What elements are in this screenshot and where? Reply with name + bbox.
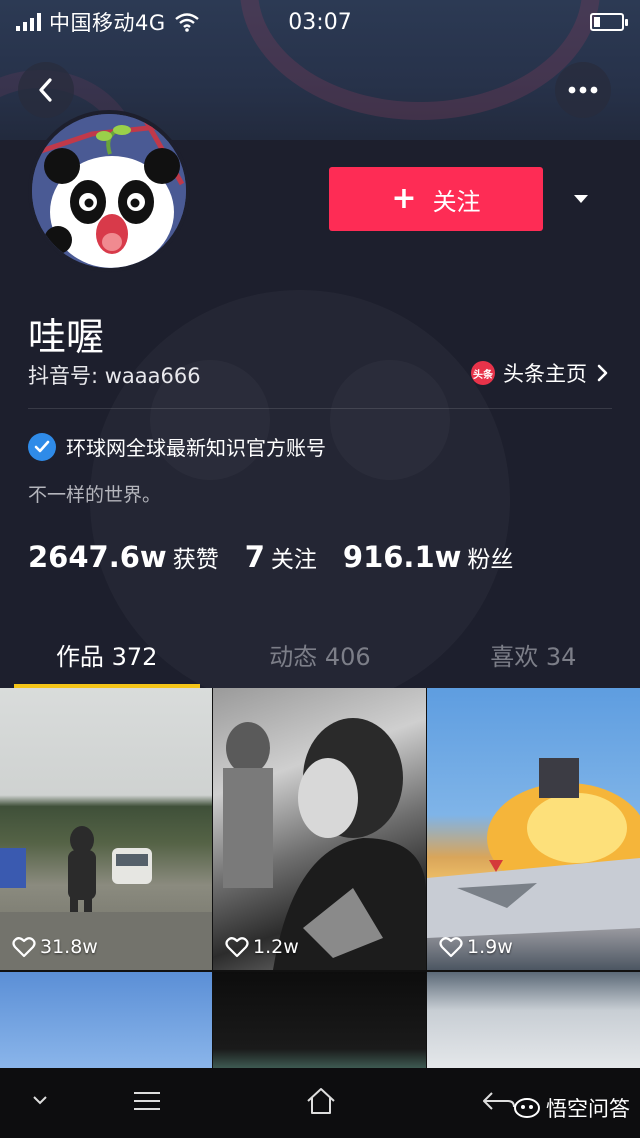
check-icon [28, 432, 56, 461]
video-thumbnail[interactable]: 1.2w [213, 688, 426, 970]
thumbnail-image [427, 758, 640, 938]
content-tabs: 作品 372 动态 406 喜欢 34 [0, 620, 640, 688]
tab-works[interactable]: 作品 372 [0, 620, 213, 688]
wukong-logo-icon [514, 1098, 540, 1118]
chevron-right-icon [597, 364, 608, 382]
back-arrow-icon[interactable] [482, 1090, 516, 1114]
video-grid: 31.8w 1.2w 1.9w [0, 688, 640, 1068]
video-thumbnail[interactable]: 1.9w [427, 688, 640, 970]
status-bar: 中国移动4G 03:07 [0, 0, 640, 44]
like-count: 1.9w [439, 936, 513, 958]
recommend-dropdown-button[interactable] [566, 184, 596, 214]
wifi-icon [174, 12, 200, 32]
toutiao-link-label: 头条主页 [503, 362, 587, 386]
like-count-value: 31.8w [40, 936, 98, 958]
thumbnail-image [0, 826, 212, 970]
plus-icon: + [391, 181, 417, 216]
like-count-value: 1.9w [467, 936, 513, 958]
battery-icon [590, 13, 628, 31]
stat-following[interactable]: 7 关注 [245, 540, 317, 574]
divider [28, 408, 612, 409]
follow-button[interactable]: + 关注 [329, 167, 543, 231]
background-watermark [330, 360, 450, 480]
video-thumbnail[interactable]: 31.8w [0, 688, 212, 970]
source-label: 悟空问答 [546, 1097, 630, 1121]
douyin-id: 抖音号: waaa666 [28, 364, 201, 388]
more-dots-icon [568, 86, 598, 94]
stat-label: 关注 [270, 547, 317, 573]
like-count: 1.2w [225, 936, 299, 958]
profile-screen: 中国移动4G 03:07 + 关注 哇喔 抖音号: waaa666 头条 头条主… [0, 0, 640, 1138]
avatar[interactable] [28, 110, 190, 272]
video-thumbnail[interactable] [0, 972, 212, 1068]
profile-bio: 不一样的世界。 [28, 484, 162, 506]
heart-icon [225, 937, 249, 958]
video-thumbnail[interactable] [213, 972, 426, 1068]
verified-info: 环球网全球最新知识官方账号 [28, 432, 326, 461]
toutiao-logo-icon: 头条 [471, 361, 495, 385]
stat-label: 获赞 [172, 547, 219, 573]
carrier-name: 中国移动4G [49, 11, 166, 35]
more-button[interactable] [555, 62, 611, 118]
stat-number: 2647.6w [28, 540, 167, 574]
back-button[interactable] [18, 62, 74, 118]
menu-icon[interactable] [132, 1088, 162, 1114]
toutiao-homepage-link[interactable]: 头条 头条主页 [471, 358, 611, 388]
tab-liked[interactable]: 喜欢 34 [427, 620, 640, 688]
triangle-down-icon [574, 195, 588, 203]
like-count-value: 1.2w [253, 936, 299, 958]
like-count: 31.8w [12, 936, 98, 958]
tab-activity[interactable]: 动态 406 [213, 620, 426, 688]
stat-number: 916.1w [342, 540, 462, 574]
chevron-left-icon [39, 78, 52, 102]
chevron-down-icon[interactable] [28, 1088, 52, 1112]
profile-stats: 2647.6w 获赞 7 关注 916.1w 粉丝 [28, 540, 539, 574]
heart-icon [439, 937, 463, 958]
verified-text: 环球网全球最新知识官方账号 [66, 436, 326, 460]
stat-number: 7 [244, 540, 265, 574]
source-watermark: 悟空问答 [514, 1093, 630, 1123]
follow-label: 关注 [432, 187, 481, 216]
video-thumbnail[interactable] [427, 972, 640, 1068]
stat-label: 粉丝 [467, 547, 514, 573]
panda-avatar-image [32, 114, 186, 268]
profile-name: 哇喔 [28, 315, 105, 359]
stat-followers[interactable]: 916.1w 粉丝 [343, 540, 514, 574]
home-icon[interactable] [306, 1086, 336, 1116]
thumbnail-image [223, 718, 426, 970]
stat-likes[interactable]: 2647.6w 获赞 [28, 540, 219, 574]
heart-icon [12, 937, 36, 958]
signal-icon [16, 13, 41, 31]
